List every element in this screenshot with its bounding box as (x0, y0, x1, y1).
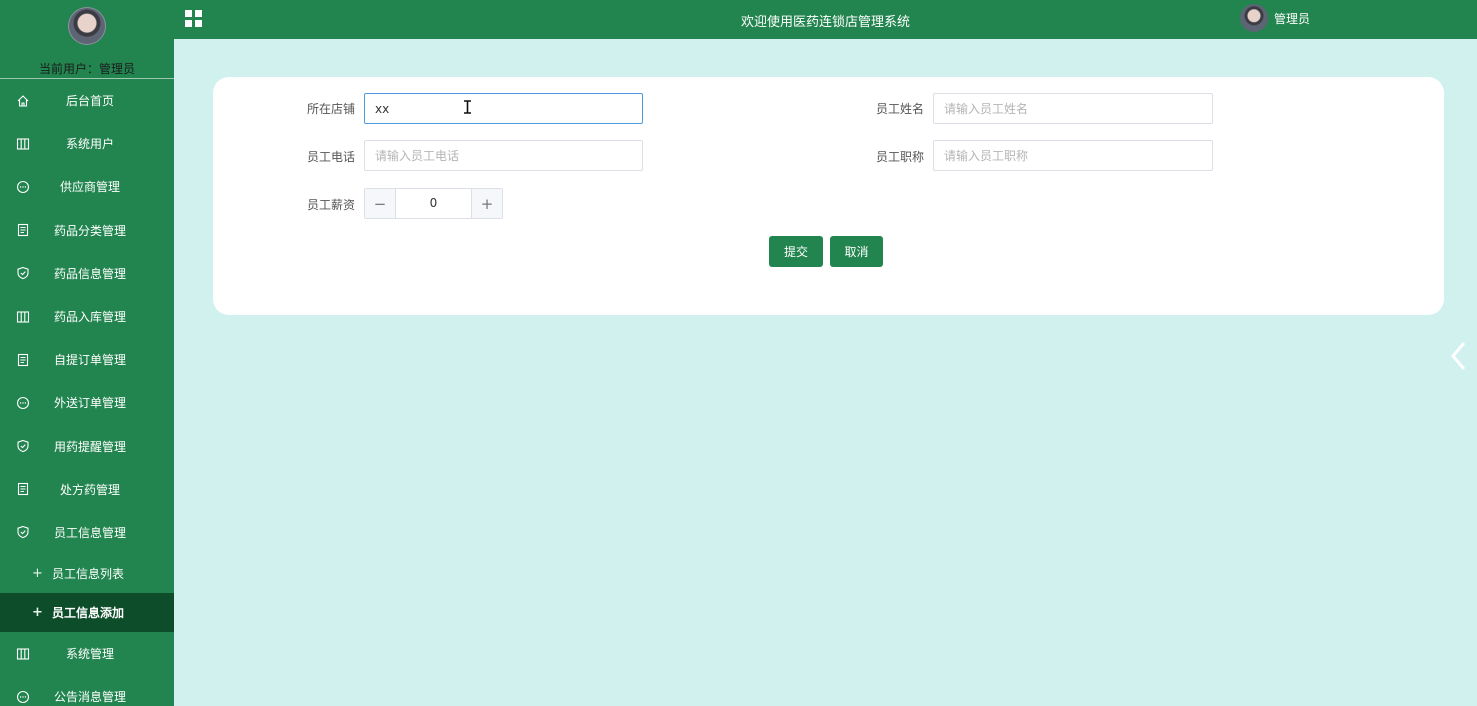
sidebar-item-label: 药品信息管理 (53, 266, 126, 281)
plus-icon: + (32, 566, 43, 582)
sidebar-item-label: 外送订单管理 (53, 396, 126, 411)
sidebar-item-system-management[interactable]: 系统管理 (0, 632, 174, 675)
sidebar-item-system-users[interactable]: 系统用户 (0, 122, 174, 165)
sidebar-item-drug-categories[interactable]: 药品分类管理 (0, 209, 174, 252)
sidebar-subitem-employee-list[interactable]: + 员工信息列表 (0, 554, 174, 593)
store-input[interactable] (364, 93, 643, 124)
job-title-input[interactable] (933, 140, 1213, 171)
sidebar-subitem-label: 员工信息列表 (52, 567, 125, 582)
sidebar: 当前用户：管理员 后台首页 系统用户 供应商管理 药品分类管理 药品信息管理 药… (0, 0, 174, 706)
sidebar-item-prescription-drugs[interactable]: 处方药管理 (0, 468, 174, 511)
store-label: 所在店铺 (306, 102, 355, 116)
plus-icon: + (32, 605, 43, 621)
sidebar-item-label: 处方药管理 (59, 482, 120, 497)
avatar (68, 7, 106, 45)
sidebar-item-home[interactable]: 后台首页 (0, 79, 174, 122)
sidebar-item-pickup-orders[interactable]: 自提订单管理 (0, 338, 174, 381)
current-user-name: 管理员 (99, 62, 136, 76)
current-user-label: 当前用户： (38, 62, 99, 76)
cancel-button[interactable]: 取消 (830, 236, 883, 267)
sidebar-item-label: 用药提醒管理 (53, 439, 126, 454)
salary-value[interactable]: 0 (396, 189, 471, 218)
name-label: 员工姓名 (875, 102, 924, 116)
employee-form-card: 所在店铺 员工姓名 员工电话 员工职称 员工薪资 − 0 + 提交 取消 (213, 77, 1444, 315)
sidebar-item-drug-info[interactable]: 药品信息管理 (0, 252, 174, 295)
name-input[interactable] (933, 93, 1213, 124)
sidebar-item-employee-info[interactable]: 员工信息管理 (0, 511, 174, 554)
current-user: 当前用户：管理员 (0, 60, 174, 77)
sidebar-item-delivery-orders[interactable]: 外送订单管理 (0, 381, 174, 424)
decrement-button[interactable]: − (365, 189, 396, 218)
text-cursor-icon (464, 100, 471, 114)
top-header: 欢迎使用医药连锁店管理系统 管理员 (174, 0, 1477, 39)
sidebar-item-label: 后台首页 (65, 94, 114, 109)
avatar (1240, 4, 1268, 32)
sidebar-item-label: 供应商管理 (59, 180, 120, 195)
salary-stepper: − 0 + (364, 188, 503, 219)
sidebar-menu: 后台首页 系统用户 供应商管理 药品分类管理 药品信息管理 药品入库管理 自提订… (0, 79, 174, 706)
sidebar-item-label: 系统管理 (65, 647, 114, 662)
sidebar-item-label: 公告消息管理 (53, 690, 126, 705)
sidebar-item-label: 员工信息管理 (53, 525, 126, 540)
sidebar-subitem-employee-add[interactable]: + 员工信息添加 (0, 593, 174, 633)
sidebar-subitem-label: 员工信息添加 (52, 606, 125, 621)
sidebar-item-label: 药品分类管理 (53, 223, 126, 238)
sidebar-header: 当前用户：管理员 (0, 7, 174, 79)
submit-button[interactable]: 提交 (769, 236, 823, 267)
sidebar-item-label: 系统用户 (65, 137, 114, 152)
sidebar-item-announcements[interactable]: 公告消息管理 (0, 675, 174, 706)
sidebar-item-suppliers[interactable]: 供应商管理 (0, 165, 174, 208)
header-user-name: 管理员 (1274, 11, 1311, 26)
sidebar-item-medication-reminders[interactable]: 用药提醒管理 (0, 425, 174, 468)
job-title-label: 员工职称 (875, 150, 924, 164)
increment-button[interactable]: + (471, 189, 502, 218)
chevron-left-icon[interactable] (1447, 338, 1469, 374)
phone-label: 员工电话 (306, 150, 355, 164)
sidebar-item-label: 自提订单管理 (53, 353, 126, 368)
sidebar-item-label: 药品入库管理 (53, 310, 126, 325)
header-user-menu[interactable]: 管理员 (1240, 4, 1310, 32)
sidebar-item-drug-stock-in[interactable]: 药品入库管理 (0, 295, 174, 338)
salary-label: 员工薪资 (306, 198, 355, 212)
phone-input[interactable] (364, 140, 643, 171)
